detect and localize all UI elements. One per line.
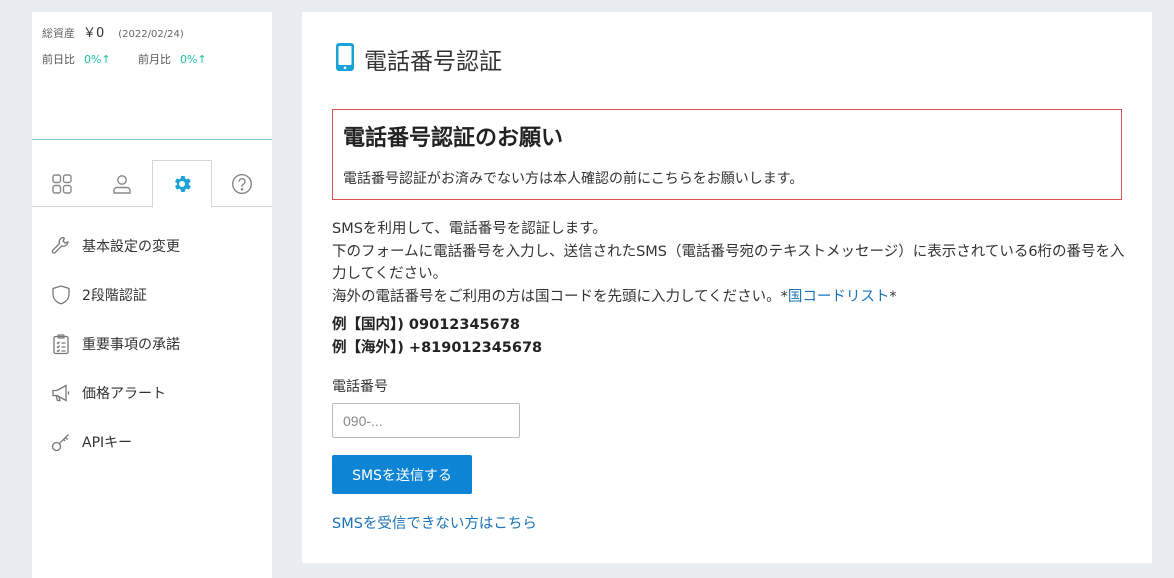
main-panel: 電話番号認証 電話番号認証のお願い 電話番号認証がお済みでない方は本人確認の前に… [302,12,1152,563]
shield-icon [50,284,72,306]
sidebar: 総資産 ￥0 (2022/02/24) 前日比 0%↑ 前月比 0%↑ 基本設定… [32,12,272,578]
phone-number-input[interactable] [332,403,520,438]
menu-item-label: 基本設定の変更 [82,238,180,255]
description-text: 海外の電話番号をご利用の方は国コードを先頭に入力してください。* [332,288,788,305]
menu-item-two-factor[interactable]: 2段階認証 [32,270,272,319]
menu-item-label: 2段階認証 [82,287,147,304]
description: SMSを利用して、電話番号を認証します。 下のフォームに電話番号を入力し、送信さ… [332,218,1132,308]
tab-settings[interactable] [152,160,212,208]
clipboard-icon [50,333,72,355]
phone-number-label: 電話番号 [332,379,388,395]
prev-day-value: 0%↑ [84,53,111,66]
sidebar-tabs [32,160,272,208]
prev-day-label: 前日比 [42,53,75,66]
sms-not-received-link[interactable]: SMSを受信できない方はこちら [332,512,537,533]
description-line: SMSを利用して、電話番号を認証します。 [332,221,607,237]
gear-icon [171,173,193,195]
notice-box: 電話番号認証のお願い 電話番号認証がお済みでない方は本人確認の前にこちらをお願い… [332,109,1122,200]
tab-dashboard[interactable] [32,160,92,207]
menu-item-label: 重要事項の承諾 [82,336,180,353]
country-code-list-link[interactable]: 国コードリスト [788,289,890,305]
user-icon [111,173,133,195]
asset-summary: 総資産 ￥0 (2022/02/24) 前日比 0%↑ 前月比 0%↑ [32,12,272,140]
help-icon [231,173,253,195]
key-icon [50,431,72,453]
grid-icon [51,173,73,195]
total-assets-date: (2022/02/24) [118,29,184,40]
tab-account[interactable] [92,160,152,207]
menu-item-price-alert[interactable]: 価格アラート [32,368,272,417]
total-assets-label: 総資産 [42,27,75,40]
menu-item-important-terms[interactable]: 重要事項の承諾 [32,319,272,368]
notice-heading: 電話番号認証のお願い [343,126,564,151]
notice-body: 電話番号認証がお済みでない方は本人確認の前にこちらをお願いします。 [343,171,804,187]
menu-item-label: APIキー [82,434,133,451]
menu-item-label: 価格アラート [82,385,166,402]
description-text: * [889,288,897,305]
page-title: 電話番号認証 [334,42,502,76]
prev-month-label: 前月比 [138,53,171,66]
wrench-icon [50,235,72,257]
settings-menu: 基本設定の変更 2段階認証 重要事項の承諾 価格アラート APIキー [32,207,272,466]
page-title-text: 電話番号認証 [364,49,502,75]
tab-help[interactable] [212,160,272,207]
description-line: 下のフォームに電話番号を入力し、送信されたSMS（電話番号宛のテキストメッセージ… [332,243,1125,283]
send-sms-button[interactable]: SMSを送信する [332,455,472,494]
menu-item-api-key[interactable]: APIキー [32,417,272,466]
example-overseas: 例【海外】) +819012345678 [332,340,543,356]
smartphone-icon [334,42,356,76]
example-domestic: 例【国内】) 09012345678 [332,317,520,333]
total-assets-amount: ￥0 [83,26,105,41]
menu-item-basic-settings[interactable]: 基本設定の変更 [32,221,272,270]
prev-month-value: 0%↑ [180,53,207,66]
megaphone-icon [50,382,72,404]
phone-examples: 例【国内】) 09012345678 例【海外】) +819012345678 [332,314,542,360]
description-line: 海外の電話番号をご利用の方は国コードを先頭に入力してください。*国コードリスト* [332,286,1132,309]
